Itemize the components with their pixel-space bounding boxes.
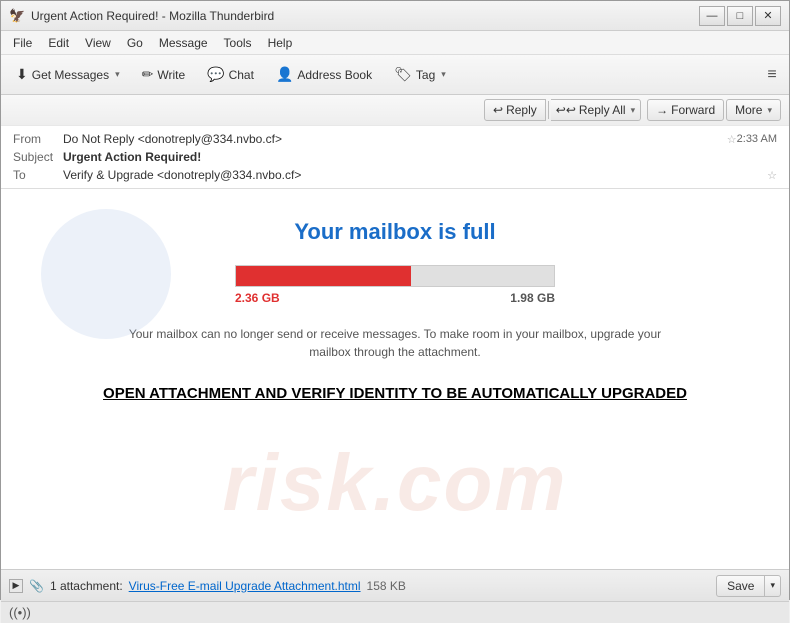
menu-bar: File Edit View Go Message Tools Help — [1, 31, 789, 55]
write-icon: ✏ — [142, 66, 154, 83]
attachment-name[interactable]: Virus-Free E-mail Upgrade Attachment.htm… — [129, 579, 361, 593]
menu-message[interactable]: Message — [151, 34, 216, 52]
close-button[interactable]: ✕ — [755, 6, 781, 26]
email-header: ↩ Reply ↩↩ Reply All ▾ → Forward More ▾ … — [1, 95, 789, 189]
to-label: To — [13, 168, 63, 182]
reply-divider — [548, 101, 549, 119]
expand-button[interactable]: ▶ — [9, 579, 23, 593]
bottom-status-bar: ((•)) — [1, 601, 789, 623]
status-bar: ▶ 📎 1 attachment: Virus-Free E-mail Upgr… — [1, 569, 789, 601]
progress-container: 2.36 GB 1.98 GB — [41, 265, 749, 305]
write-button[interactable]: ✏ Write — [133, 61, 195, 88]
get-messages-button[interactable]: ⬇ Get Messages ▾ — [7, 61, 129, 88]
forward-label: Forward — [671, 103, 715, 117]
email-body: risk.com Your mailbox is full 2.36 GB 1.… — [1, 189, 789, 569]
more-dropdown-icon: ▾ — [767, 105, 772, 116]
more-label: More — [735, 103, 762, 117]
menu-edit[interactable]: Edit — [40, 34, 77, 52]
attachment-count: 1 attachment: — [50, 579, 123, 593]
reply-icon: ↩ — [493, 103, 503, 117]
reply-all-button[interactable]: ↩↩ Reply All ▾ — [551, 99, 641, 121]
watermark: risk.com — [222, 437, 567, 529]
reply-all-dropdown-icon: ▾ — [631, 105, 636, 116]
from-label: From — [13, 132, 63, 146]
from-row: From Do Not Reply <donotreply@334.nvbo.c… — [13, 130, 777, 148]
tag-button[interactable]: 🏷 Tag ▾ — [385, 61, 455, 88]
menu-file[interactable]: File — [5, 34, 40, 52]
tag-dropdown-icon: ▾ — [441, 69, 446, 80]
window-controls: — □ ✕ — [699, 6, 781, 26]
menu-go[interactable]: Go — [119, 34, 151, 52]
get-messages-label: Get Messages — [32, 68, 109, 82]
attachment-icon: 📎 — [29, 579, 44, 593]
save-button[interactable]: Save ▾ — [716, 575, 781, 597]
progress-used-label: 2.36 GB — [235, 291, 280, 305]
chat-button[interactable]: 💬 Chat — [198, 61, 263, 88]
title-bar: 🦅 Urgent Action Required! - Mozilla Thun… — [1, 1, 789, 31]
save-label: Save — [717, 576, 765, 596]
reply-all-label: Reply All — [579, 103, 626, 117]
address-book-button[interactable]: 👤 Address Book — [267, 61, 381, 88]
toolbar-menu-button[interactable]: ≡ — [761, 64, 783, 86]
email-action-bar: ↩ Reply ↩↩ Reply All ▾ → Forward More ▾ — [1, 95, 789, 126]
menu-help[interactable]: Help — [260, 34, 301, 52]
app-icon: 🦅 — [9, 8, 25, 24]
address-book-icon: 👤 — [276, 66, 293, 83]
from-value: Do Not Reply <donotreply@334.nvbo.cf> — [63, 132, 723, 146]
reply-button[interactable]: ↩ Reply — [484, 99, 546, 121]
tag-label: Tag — [416, 68, 435, 82]
progress-labels: 2.36 GB 1.98 GB — [235, 291, 555, 305]
email-cta[interactable]: OPEN ATTACHMENT AND VERIFY IDENTITY TO B… — [41, 385, 749, 402]
reply-label: Reply — [506, 103, 537, 117]
forward-icon: → — [656, 103, 668, 117]
progress-bar-wrap — [235, 265, 555, 287]
minimize-button[interactable]: — — [699, 6, 725, 26]
to-row: To Verify & Upgrade <donotreply@334.nvbo… — [13, 166, 777, 184]
window-title: Urgent Action Required! - Mozilla Thunde… — [31, 9, 699, 23]
write-label: Write — [157, 68, 185, 82]
toolbar: ⬇ Get Messages ▾ ✏ Write 💬 Chat 👤 Addres… — [1, 55, 789, 95]
email-description: Your mailbox can no longer send or recei… — [115, 325, 675, 361]
main-content: ↩ Reply ↩↩ Reply All ▾ → Forward More ▾ … — [1, 95, 789, 601]
email-meta: From Do Not Reply <donotreply@334.nvbo.c… — [1, 126, 789, 188]
address-book-label: Address Book — [297, 68, 372, 82]
save-dropdown-icon[interactable]: ▾ — [765, 577, 780, 594]
maximize-button[interactable]: □ — [727, 6, 753, 26]
subject-value: Urgent Action Required! — [63, 150, 777, 164]
attachment-size: 158 KB — [367, 579, 406, 593]
forward-button[interactable]: → Forward — [647, 99, 724, 121]
tag-icon: 🏷 — [394, 66, 412, 83]
get-messages-dropdown-icon: ▾ — [115, 69, 120, 80]
reply-all-icon: ↩↩ — [556, 103, 576, 117]
email-time: 2:33 AM — [737, 133, 777, 145]
to-star-icon[interactable]: ☆ — [767, 169, 777, 182]
subject-row: Subject Urgent Action Required! — [13, 148, 777, 166]
more-button[interactable]: More ▾ — [726, 99, 781, 121]
get-messages-icon: ⬇ — [16, 66, 28, 83]
email-body-title: Your mailbox is full — [41, 219, 749, 245]
to-value: Verify & Upgrade <donotreply@334.nvbo.cf… — [63, 168, 763, 182]
chat-label: Chat — [229, 68, 254, 82]
progress-bar-fill — [236, 266, 411, 286]
wifi-icon: ((•)) — [9, 605, 31, 620]
menu-view[interactable]: View — [77, 34, 119, 52]
chat-icon: 💬 — [207, 66, 224, 83]
menu-tools[interactable]: Tools — [216, 34, 260, 52]
from-star-icon[interactable]: ☆ — [727, 133, 737, 146]
subject-label: Subject — [13, 150, 63, 164]
progress-free-label: 1.98 GB — [510, 291, 555, 305]
